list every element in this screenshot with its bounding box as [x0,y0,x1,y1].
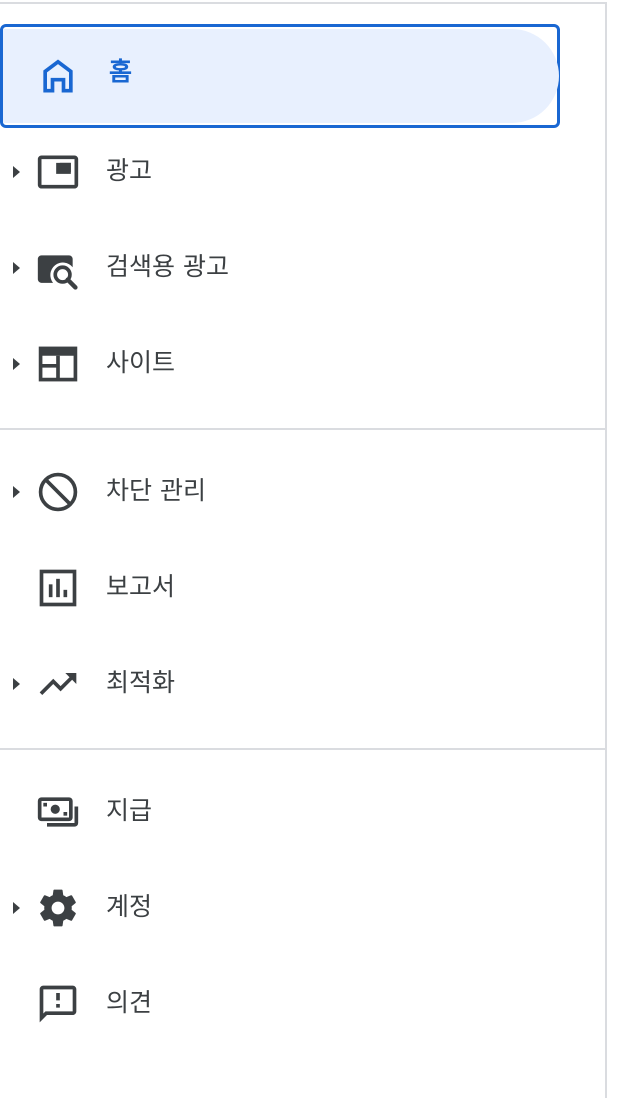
home-icon [36,54,80,98]
sidebar-item-blocking-controls[interactable]: 차단 관리 [0,444,560,540]
sidebar-item-reports[interactable]: 보고서 [0,540,560,636]
sidebar-item-label: 의견 [106,988,153,1017]
expand-arrow-icon[interactable] [13,358,20,370]
page: 홈 광고 검색용 광고 사이트 차단 관리 보고서 최적화 지급 계정 의견 [0,0,640,1098]
sidebar-item-label: 최적화 [106,668,176,697]
sidebar-right-border [605,2,607,1098]
expand-arrow-icon[interactable] [13,486,20,498]
trending-up-icon [36,662,80,706]
sidebar-item-label: 지급 [106,796,153,825]
sidebar-item-label: 보고서 [106,572,176,601]
sidebar-item-label: 검색용 광고 [106,252,229,281]
sidebar-item-search-ads[interactable]: 검색용 광고 [0,220,560,316]
feedback-icon [36,982,80,1026]
sidebar-item-payments[interactable]: 지급 [0,764,560,860]
block-icon [36,470,80,514]
sidebar-nav: 홈 광고 검색용 광고 사이트 차단 관리 보고서 최적화 지급 계정 의견 [0,0,605,1098]
sidebar-item-ads[interactable]: 광고 [0,124,560,220]
expand-arrow-icon[interactable] [13,902,20,914]
ads-icon [36,150,80,194]
sidebar-item-label: 광고 [106,156,153,185]
sidebar-item-optimization[interactable]: 최적화 [0,636,560,732]
expand-arrow-icon[interactable] [13,262,20,274]
sidebar-item-home[interactable]: 홈 [0,24,560,128]
sidebar-item-label: 계정 [106,892,153,921]
expand-arrow-icon[interactable] [13,166,20,178]
sidebar-item-sites[interactable]: 사이트 [0,316,560,412]
sidebar-item-account[interactable]: 계정 [0,860,560,956]
reports-icon [36,566,80,610]
sidebar-item-label: 차단 관리 [106,476,206,505]
expand-arrow-icon[interactable] [13,678,20,690]
sidebar-item-label: 사이트 [106,348,176,377]
sidebar-item-feedback[interactable]: 의견 [0,956,560,1052]
section-divider [0,748,605,750]
sites-icon [36,342,80,386]
sidebar-item-label: 홈 [109,57,133,86]
gear-icon [36,886,80,930]
section-divider [0,428,605,430]
search-ads-icon [36,248,80,292]
payments-icon [36,790,80,834]
selected-highlight [3,29,559,123]
